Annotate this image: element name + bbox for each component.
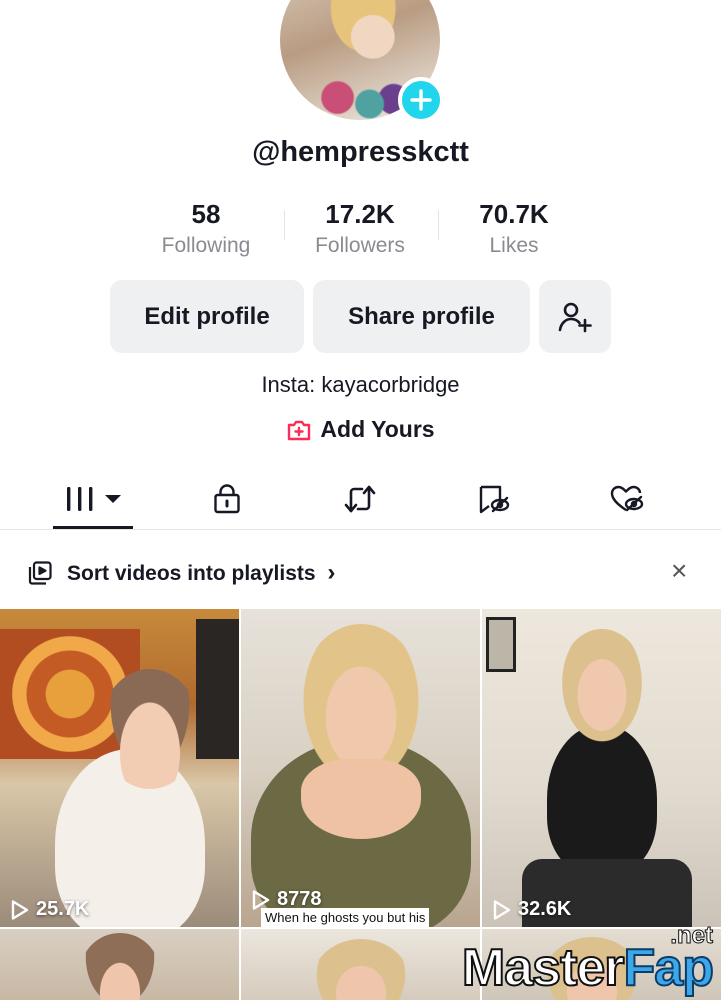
lock-icon: [214, 484, 240, 514]
likes-label: Likes: [489, 234, 539, 257]
video-tile[interactable]: 32.6K: [482, 609, 721, 927]
add-friend-button[interactable]: [539, 280, 611, 353]
hidden-heart-icon: [610, 485, 644, 512]
add-yours-label: Add Yours: [320, 416, 435, 442]
share-profile-button[interactable]: Share profile: [313, 280, 530, 353]
view-count-label: 32.6K: [518, 898, 572, 920]
heart-hands-image: [301, 759, 421, 839]
repost-icon: [344, 485, 376, 513]
add-yours-icon: [288, 420, 311, 440]
close-icon[interactable]: ×: [671, 555, 687, 587]
wall-frame-image: [486, 617, 516, 672]
view-count: 32.6K: [492, 898, 571, 921]
hidden-bookmark-icon: [479, 485, 510, 514]
video-tile[interactable]: [0, 929, 239, 1000]
tab-private[interactable]: [167, 474, 287, 524]
grid-icon: [67, 487, 121, 511]
play-icon: [11, 899, 29, 920]
add-avatar-icon[interactable]: [398, 77, 444, 123]
following-count: 58: [191, 199, 221, 229]
tab-videos[interactable]: [33, 474, 153, 524]
playlist-label: Sort videos into playlists: [67, 562, 316, 585]
playlist-icon: [28, 561, 52, 585]
play-icon: [493, 899, 511, 920]
tab-liked[interactable]: [567, 474, 687, 524]
watermark-part-b: Fap: [623, 938, 715, 998]
person-face-image: [557, 629, 647, 749]
video-tile[interactable]: 8778 When he ghosts you but his: [241, 609, 480, 927]
person-face-image: [80, 933, 160, 1000]
chevron-right-icon: ›: [327, 559, 336, 586]
tabs-divider: [0, 529, 721, 530]
watermark-part-a: Master: [461, 938, 626, 998]
view-count: 25.7K: [10, 898, 89, 921]
video-tile[interactable]: 25.7K: [0, 609, 239, 927]
likes-count: 70.7K: [479, 199, 549, 229]
stat-following[interactable]: 58 Following: [131, 198, 281, 262]
followers-count: 17.2K: [325, 199, 395, 229]
tab-favorites[interactable]: [434, 474, 554, 524]
stat-likes[interactable]: 70.7K Likes: [439, 198, 589, 262]
following-label: Following: [161, 234, 251, 257]
stat-followers[interactable]: 17.2K Followers: [285, 198, 435, 262]
tab-reposts[interactable]: [300, 474, 420, 524]
followers-label: Followers: [315, 234, 405, 257]
edit-profile-button[interactable]: Edit profile: [110, 280, 304, 353]
watermark-logo: .net MasterFap: [405, 922, 715, 999]
watermark-text: MasterFap: [461, 938, 715, 998]
add-friend-icon: [558, 302, 592, 332]
bio-text[interactable]: Insta: kayacorbridge: [0, 372, 721, 398]
username: @hempresskctt: [252, 136, 469, 168]
playlist-banner[interactable]: Sort videos into playlists › ×: [0, 546, 721, 598]
person-face-image: [311, 939, 411, 1000]
playlist-text: Sort videos into playlists ›: [67, 559, 335, 587]
view-count-label: 25.7K: [36, 898, 90, 920]
person-face-image: [100, 669, 200, 789]
video-caption: When he ghosts you but his: [261, 908, 430, 927]
tv-image: [196, 619, 239, 759]
add-yours-link[interactable]: Add Yours: [0, 416, 721, 443]
